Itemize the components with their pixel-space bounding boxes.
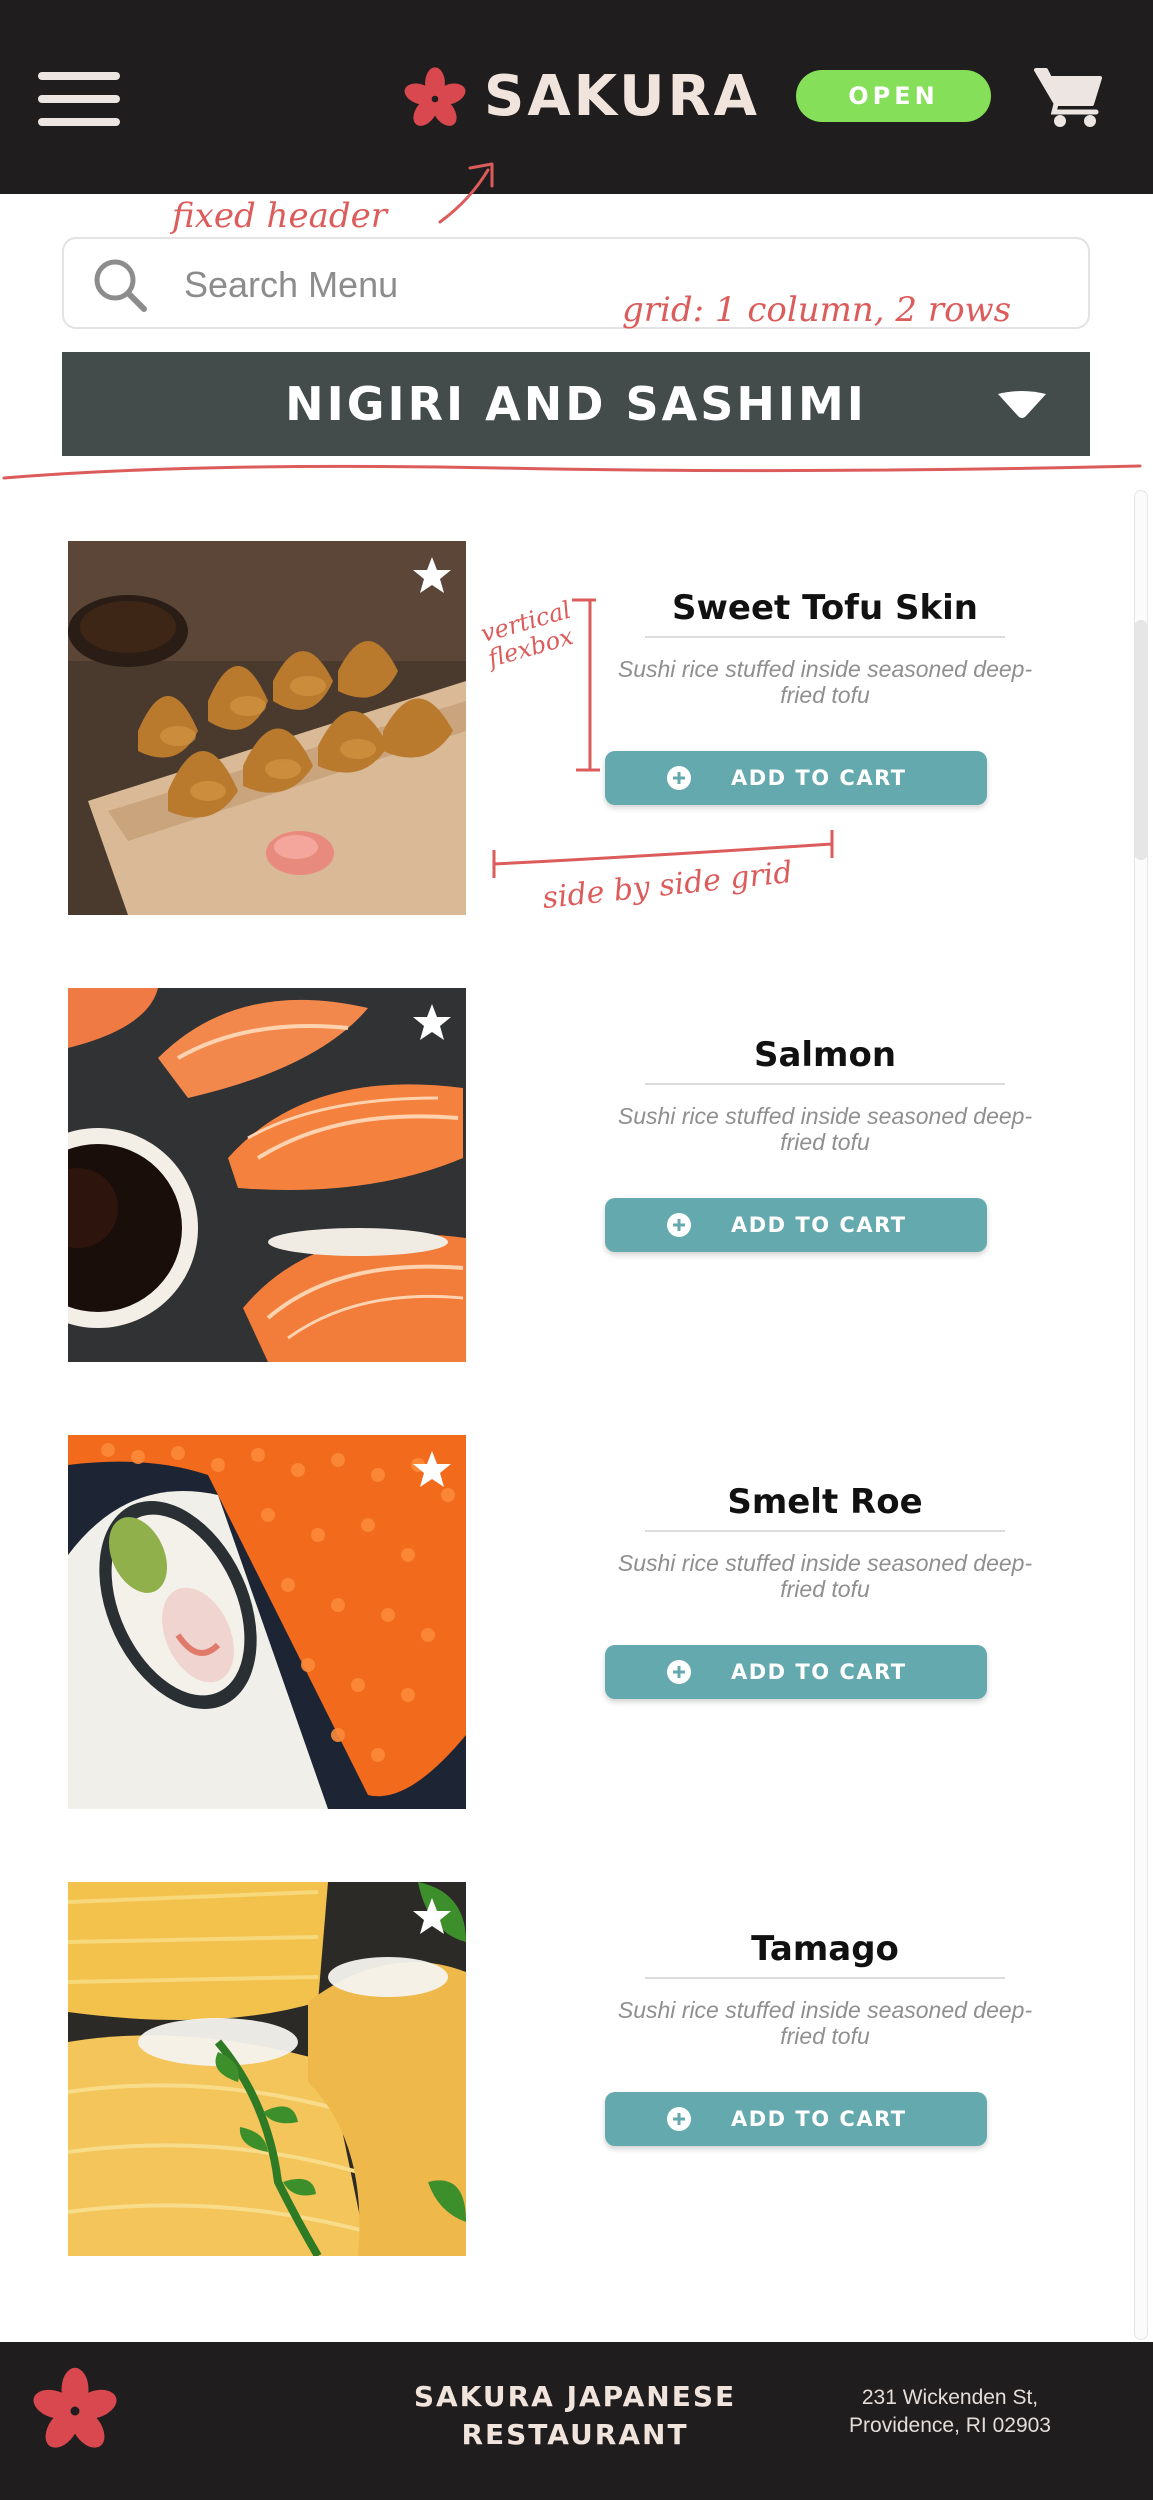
- category-dropdown[interactable]: NIGIRI AND SASHIMI: [62, 352, 1090, 456]
- item-info: Salmon Sushi rice stuffed inside seasone…: [615, 1033, 1035, 1155]
- menu-item: Tamago Sushi rice stuffed inside seasone…: [68, 1882, 1108, 2256]
- add-to-cart-label: ADD TO CART: [731, 766, 907, 790]
- cart-icon[interactable]: [1034, 64, 1104, 128]
- menu-item: Smelt Roe Sushi rice stuffed inside seas…: [68, 1435, 1108, 1809]
- add-to-cart-label: ADD TO CART: [731, 1660, 907, 1684]
- plus-circle-icon: [667, 1660, 691, 1684]
- hamburger-menu-icon[interactable]: [38, 70, 120, 128]
- item-image-salmon[interactable]: [68, 988, 466, 1362]
- annotation-fixed-header: fixed header: [172, 196, 387, 236]
- star-icon[interactable]: [412, 1002, 452, 1042]
- item-divider: [645, 1977, 1005, 1979]
- star-icon[interactable]: [412, 1896, 452, 1936]
- item-image-tamago[interactable]: [68, 1882, 466, 2256]
- item-info: Tamago Sushi rice stuffed inside seasone…: [615, 1927, 1035, 2049]
- plus-circle-icon: [667, 766, 691, 790]
- add-to-cart-button[interactable]: ADD TO CART: [605, 751, 987, 805]
- fixed-header: SAKURA OPEN: [0, 0, 1153, 194]
- star-icon[interactable]: [412, 1449, 452, 1489]
- item-description: Sushi rice stuffed inside seasoned deep-…: [617, 1550, 1033, 1602]
- item-info: Sweet Tofu Skin Sushi rice stuffed insid…: [615, 586, 1035, 708]
- add-to-cart-button[interactable]: ADD TO CART: [605, 1198, 987, 1252]
- search-input[interactable]: [184, 257, 1064, 313]
- add-to-cart-button[interactable]: ADD TO CART: [605, 2092, 987, 2146]
- scrollbar-thumb[interactable]: [1134, 620, 1148, 860]
- item-divider: [645, 1530, 1005, 1532]
- footer-restaurant-name: SAKURA JAPANESE RESTAURANT: [413, 2380, 737, 2451]
- item-name: Smelt Roe: [727, 1482, 923, 1522]
- item-image-inari[interactable]: [68, 541, 466, 915]
- item-info: Smelt Roe Sushi rice stuffed inside seas…: [615, 1480, 1035, 1602]
- item-name: Tamago: [751, 1929, 899, 1969]
- plus-circle-icon: [667, 1213, 691, 1237]
- category-title: NIGIRI AND SASHIMI: [285, 377, 867, 431]
- address-line-1: 231 Wickenden St,: [861, 2386, 1039, 2409]
- sakura-flower-icon: [33, 2367, 117, 2448]
- item-description: Sushi rice stuffed inside seasoned deep-…: [617, 656, 1033, 708]
- address-line-2: Providence, RI 02903: [849, 2414, 1051, 2437]
- item-name: Sweet Tofu Skin: [672, 588, 978, 628]
- add-to-cart-label: ADD TO CART: [731, 2107, 907, 2131]
- sakura-flower-icon: [404, 67, 466, 126]
- add-to-cart-label: ADD TO CART: [731, 1213, 907, 1237]
- item-divider: [645, 636, 1005, 638]
- footer: SAKURA JAPANESE RESTAURANT 231 Wickenden…: [0, 2342, 1153, 2500]
- plus-circle-icon: [667, 2107, 691, 2131]
- menu-item: Sweet Tofu Skin Sushi rice stuffed insid…: [68, 541, 1108, 915]
- item-description: Sushi rice stuffed inside seasoned deep-…: [617, 1103, 1033, 1155]
- search-bar: [62, 237, 1090, 329]
- footer-address: 231 Wickenden St, Providence, RI 02903: [820, 2384, 1080, 2440]
- item-divider: [645, 1083, 1005, 1085]
- item-name: Salmon: [753, 1035, 897, 1075]
- search-icon: [94, 259, 147, 312]
- item-image-smelt-roe[interactable]: [68, 1435, 466, 1809]
- add-to-cart-button[interactable]: ADD TO CART: [605, 1645, 987, 1699]
- menu-item: Salmon Sushi rice stuffed inside seasone…: [68, 988, 1108, 1362]
- brand-logo-text[interactable]: SAKURA: [484, 62, 760, 132]
- item-description: Sushi rice stuffed inside seasoned deep-…: [617, 1997, 1033, 2049]
- status-badge: OPEN: [796, 70, 991, 122]
- chevron-down-icon: [998, 391, 1046, 418]
- star-icon[interactable]: [412, 555, 452, 595]
